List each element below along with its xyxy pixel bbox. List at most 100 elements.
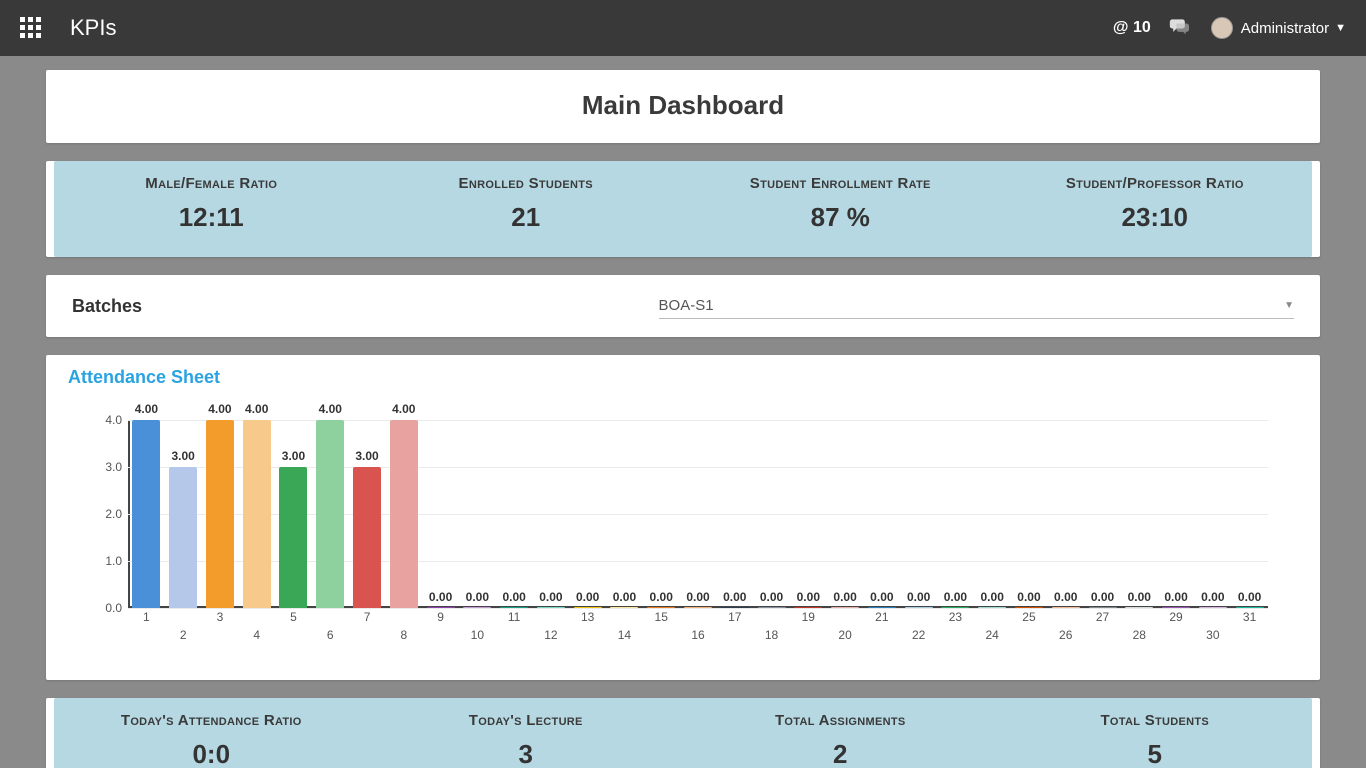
bar-value: 0.00 bbox=[539, 590, 562, 604]
x-tick: 11 bbox=[508, 610, 520, 624]
chart-panel: Attendance Sheet 0.01.02.03.04.04.003.00… bbox=[46, 355, 1320, 680]
chevron-down-icon: ▼ bbox=[1284, 300, 1294, 311]
bar-value: 0.00 bbox=[833, 590, 856, 604]
y-tick: 4.0 bbox=[82, 413, 122, 427]
bar-value: 0.00 bbox=[760, 590, 783, 604]
kpi-top-3: Student/Professor Ratio 23:10 bbox=[998, 161, 1313, 257]
x-tick: 25 bbox=[1022, 610, 1035, 624]
x-tick: 29 bbox=[1169, 610, 1182, 624]
bar-value: 0.00 bbox=[907, 590, 930, 604]
kpi-top-label: Student/Professor Ratio bbox=[1004, 175, 1307, 192]
kpi-top-value: 23:10 bbox=[1004, 202, 1307, 233]
bar-value: 0.00 bbox=[1054, 590, 1077, 604]
x-tick: 9 bbox=[437, 610, 444, 624]
title-panel: Main Dashboard bbox=[46, 70, 1320, 143]
kpi-bottom-label: Total Students bbox=[1004, 712, 1307, 729]
bar-value: 0.00 bbox=[686, 590, 709, 604]
x-tick: 15 bbox=[655, 610, 668, 624]
x-tick: 4 bbox=[253, 628, 260, 642]
kpi-bottom-1: Today's Lecture 3 bbox=[369, 698, 684, 768]
kpi-bottom-2: Total Assignments 2 bbox=[683, 698, 998, 768]
kpi-bottom-value: 2 bbox=[689, 739, 992, 768]
dashboard-title: Main Dashboard bbox=[46, 70, 1320, 143]
x-tick: 23 bbox=[949, 610, 962, 624]
bar-value: 0.00 bbox=[502, 590, 525, 604]
bar-value: 4.00 bbox=[319, 402, 342, 416]
bar-value: 3.00 bbox=[355, 449, 378, 463]
kpi-bottom-0: Today's Attendance Ratio 0:0 bbox=[54, 698, 369, 768]
x-tick: 26 bbox=[1059, 628, 1072, 642]
main-scroll[interactable]: Main Dashboard Male/Female Ratio12:11Enr… bbox=[0, 56, 1366, 768]
bar-value: 0.00 bbox=[1164, 590, 1187, 604]
bar-value: 3.00 bbox=[282, 449, 305, 463]
x-tick: 18 bbox=[765, 628, 778, 642]
top-bar: KPIs @ 10 Administrator ▼ bbox=[0, 0, 1366, 56]
bar-value: 3.00 bbox=[171, 449, 194, 463]
user-name: Administrator bbox=[1241, 20, 1329, 37]
bar-value: 4.00 bbox=[135, 402, 158, 416]
bar-value: 0.00 bbox=[944, 590, 967, 604]
bar-value: 0.00 bbox=[466, 590, 489, 604]
attendance-chart: 0.01.02.03.04.04.003.004.004.003.004.003… bbox=[68, 398, 1278, 658]
x-tick: 17 bbox=[728, 610, 741, 624]
kpi-top-value: 21 bbox=[375, 202, 678, 233]
x-tick: 8 bbox=[400, 628, 407, 642]
bar-value: 0.00 bbox=[1017, 590, 1040, 604]
user-menu[interactable]: Administrator ▼ bbox=[1211, 17, 1346, 39]
chat-icon[interactable] bbox=[1169, 17, 1189, 40]
x-tick: 1 bbox=[143, 610, 150, 624]
kpi-top-1: Enrolled Students 21 bbox=[369, 161, 684, 257]
kpi-bottom-value: 5 bbox=[1004, 739, 1307, 768]
bar-value: 0.00 bbox=[797, 590, 820, 604]
x-tick: 14 bbox=[618, 628, 631, 642]
batch-select[interactable]: BOA-S1 ▼ bbox=[659, 293, 1294, 319]
x-tick: 16 bbox=[691, 628, 704, 642]
caret-down-icon: ▼ bbox=[1335, 22, 1346, 34]
bar-value: 0.00 bbox=[576, 590, 599, 604]
x-tick: 6 bbox=[327, 628, 334, 642]
bar-value: 0.00 bbox=[1128, 590, 1151, 604]
kpi-bottom-label: Today's Attendance Ratio bbox=[60, 712, 363, 729]
bar-value: 0.00 bbox=[613, 590, 636, 604]
bar-value: 0.00 bbox=[650, 590, 673, 604]
x-tick: 5 bbox=[290, 610, 297, 624]
bar-value: 0.00 bbox=[1238, 590, 1261, 604]
bar-value: 0.00 bbox=[723, 590, 746, 604]
bar-value: 0.00 bbox=[429, 590, 452, 604]
kpi-top-0: Male/Female Ratio12:11 bbox=[54, 161, 369, 257]
kpi-top-value: 12:11 bbox=[60, 202, 363, 233]
mentions-button[interactable]: @ 10 bbox=[1113, 19, 1151, 37]
kpi-top-label: Student Enrollment Rate bbox=[689, 175, 992, 192]
bar-value: 4.00 bbox=[245, 402, 268, 416]
kpi-top-panel: Male/Female Ratio12:11 Enrolled Students 2… bbox=[46, 161, 1320, 257]
x-tick: 24 bbox=[986, 628, 999, 642]
mentions-count: 10 bbox=[1133, 19, 1151, 36]
bar-value: 4.00 bbox=[208, 402, 231, 416]
x-tick: 22 bbox=[912, 628, 925, 642]
bar-value: 0.00 bbox=[981, 590, 1004, 604]
kpi-top-label: Enrolled Students bbox=[375, 175, 678, 192]
x-tick: 28 bbox=[1133, 628, 1146, 642]
bar-value: 0.00 bbox=[1201, 590, 1224, 604]
y-tick: 1.0 bbox=[82, 554, 122, 568]
app-title: KPIs bbox=[70, 15, 116, 41]
y-tick: 0.0 bbox=[82, 601, 122, 615]
apps-icon[interactable] bbox=[20, 17, 42, 39]
bar-value: 0.00 bbox=[1091, 590, 1114, 604]
x-tick: 21 bbox=[875, 610, 888, 624]
bar-value: 4.00 bbox=[392, 402, 415, 416]
kpi-bottom-value: 3 bbox=[375, 739, 678, 768]
batch-selected-value: BOA-S1 bbox=[659, 297, 714, 314]
x-tick: 30 bbox=[1206, 628, 1219, 642]
x-tick: 3 bbox=[217, 610, 224, 624]
x-tick: 7 bbox=[364, 610, 371, 624]
x-tick: 20 bbox=[838, 628, 851, 642]
avatar-icon bbox=[1211, 17, 1233, 39]
kpi-bottom-label: Today's Lecture bbox=[375, 712, 678, 729]
x-tick: 19 bbox=[802, 610, 815, 624]
kpi-bottom-panel: Today's Attendance Ratio0:0Today's Lectu… bbox=[46, 698, 1320, 768]
y-tick: 2.0 bbox=[82, 507, 122, 521]
x-tick: 12 bbox=[544, 628, 557, 642]
kpi-bottom-value: 0:0 bbox=[60, 739, 363, 768]
kpi-bottom-label: Total Assignments bbox=[689, 712, 992, 729]
